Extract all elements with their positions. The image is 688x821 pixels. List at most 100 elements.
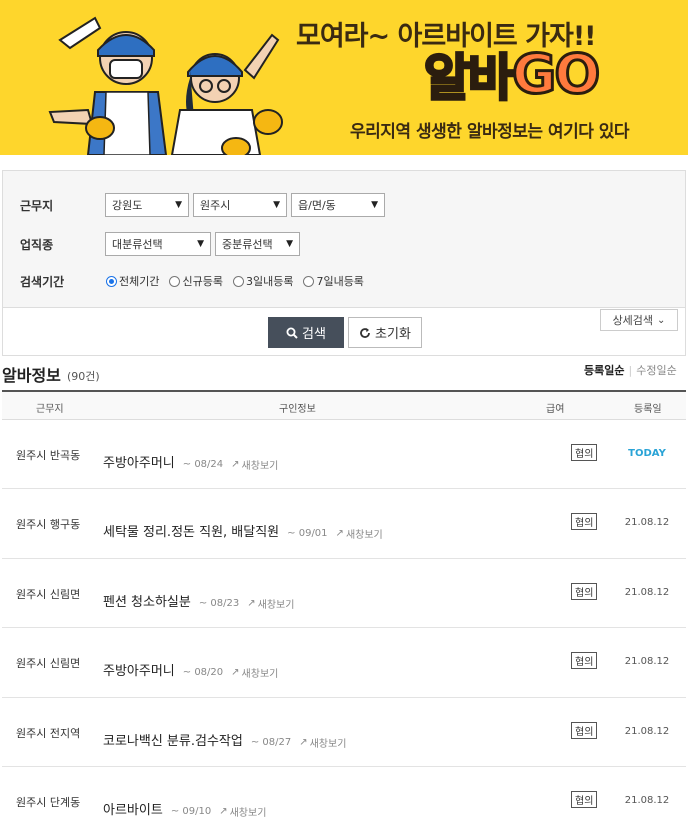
radio-icon xyxy=(232,275,244,287)
sort-by-modified[interactable]: 수정일순 xyxy=(636,364,676,377)
new-window-link[interactable]: ↗ 새창보기 xyxy=(231,665,278,680)
pay-badge: 협의 xyxy=(571,790,598,808)
banner-tagline: 우리지역 생생한 알바정보는 여기다 있다 xyxy=(350,122,630,142)
town-select[interactable]: 읍/면/동 ▼ xyxy=(291,193,385,217)
albago-logo: 알바GO xyxy=(423,38,602,110)
job-title-link[interactable]: 세탁물 정리.정돈 직원, 배달직원 xyxy=(103,521,279,540)
table-row[interactable]: 원주시 행구동 세탁물 정리.정돈 직원, 배달직원 ~ 09/01 ↗ 새창보기… xyxy=(2,489,686,559)
row-area: 원주시 단계동 xyxy=(16,795,81,809)
pay-badge: 협의 xyxy=(571,444,598,461)
job-title-link[interactable]: 주방아주머니 xyxy=(103,452,175,471)
row-date: 21.08.12 xyxy=(624,586,670,598)
job-title-link[interactable]: 주방아주머니 xyxy=(103,660,175,679)
row-deadline: ~ 08/27 xyxy=(250,736,292,748)
list-title: 알바정보 xyxy=(2,366,61,385)
new-window-label: 새창보기 xyxy=(257,599,295,611)
external-link-icon: ↗ xyxy=(231,459,240,470)
table-row[interactable]: 원주시 신림면 펜션 청소하실분 ~ 08/23 ↗ 새창보기 협의 21.08.… xyxy=(2,559,686,629)
row-info: 세탁물 정리.정돈 직원, 배달직원 ~ 09/01 ↗ 새창보기 xyxy=(103,521,383,541)
list-count: (90건) xyxy=(67,370,100,383)
table-row[interactable]: 원주시 단계동 아르바이트 ~ 09/10 ↗ 새창보기 협의 21.08.12 xyxy=(2,767,686,821)
new-window-link[interactable]: ↗ 새창보기 xyxy=(299,735,346,750)
row-info: 주방아주머니 ~ 08/20 ↗ 새창보기 xyxy=(103,660,278,680)
row-date: 21.08.12 xyxy=(624,656,670,668)
pay-badge: 협의 xyxy=(571,721,598,739)
province-value: 강원도 xyxy=(112,199,143,212)
chevron-down-icon: ▼ xyxy=(273,200,280,210)
period-option-label: 전체기간 xyxy=(119,275,160,288)
period-option-3days[interactable]: 3일내등록 xyxy=(232,273,293,289)
province-select[interactable]: 강원도 ▼ xyxy=(105,193,189,217)
new-window-link[interactable]: ↗ 새창보기 xyxy=(219,804,266,819)
row-deadline: ~ 09/01 xyxy=(287,528,328,540)
col-header-date: 등록일 xyxy=(634,404,662,415)
period-radio-group: 전체기간 신규등록 3일내등록 7일내등록 xyxy=(106,273,364,289)
period-option-label: 7일내등록 xyxy=(316,275,364,288)
work-area-label: 근무지 xyxy=(20,199,54,213)
search-button[interactable]: 검색 xyxy=(268,317,344,348)
external-link-icon: ↗ xyxy=(247,597,256,609)
row-date: 21.08.12 xyxy=(624,725,670,737)
job-list: 원주시 반곡동 주방아주머니 ~ 08/24 ↗ 새창보기 협의 TODAY 원주… xyxy=(2,420,686,821)
row-info: 아르바이트 ~ 09/10 ↗ 새창보기 xyxy=(103,799,266,819)
sort-options: 등록일순 | 수정일순 xyxy=(584,362,677,378)
reset-button-label: 초기화 xyxy=(375,326,411,341)
major-category-select[interactable]: 대분류선택 ▼ xyxy=(105,232,211,256)
new-window-label: 새창보기 xyxy=(229,807,267,819)
table-row[interactable]: 원주시 전지역 코로나백신 분류.검수작업 ~ 08/27 ↗ 새창보기 협의 2… xyxy=(2,698,686,767)
row-info: 주방아주머니 ~ 08/24 ↗ 새창보기 xyxy=(103,452,278,472)
new-window-label: 새창보기 xyxy=(241,461,279,472)
detail-search-button[interactable]: 상세검색 ⌄ xyxy=(600,309,678,331)
radio-icon xyxy=(303,275,315,287)
table-row[interactable]: 원주시 신림면 주방아주머니 ~ 08/20 ↗ 새창보기 협의 21.08.12 xyxy=(2,628,686,698)
external-link-icon: ↗ xyxy=(299,736,308,748)
job-title-link[interactable]: 아르바이트 xyxy=(103,799,163,818)
chevron-down-icon: ▼ xyxy=(175,200,182,210)
period-option-7days[interactable]: 7일내등록 xyxy=(303,273,364,289)
chevron-down-icon: ▼ xyxy=(286,239,293,249)
detail-search-label: 상세검색 xyxy=(612,314,654,327)
period-option-all[interactable]: 전체기간 xyxy=(106,273,159,289)
job-title-link[interactable]: 코로나백신 분류.검수작업 xyxy=(103,730,243,749)
search-icon xyxy=(286,327,298,339)
sort-divider: | xyxy=(628,364,633,377)
logo-text-en: GO xyxy=(510,41,601,107)
row-info: 코로나백신 분류.검수작업 ~ 08/27 ↗ 새창보기 xyxy=(103,730,346,750)
minor-category-value: 중분류선택 xyxy=(222,238,273,251)
pay-badge: 협의 xyxy=(571,513,598,531)
sort-by-registered[interactable]: 등록일순 xyxy=(584,364,624,377)
radio-checked-icon xyxy=(106,275,117,287)
refresh-icon xyxy=(360,327,370,338)
period-label: 검색기간 xyxy=(20,275,65,289)
pay-badge: 협의 xyxy=(571,582,598,600)
major-category-value: 대분류선택 xyxy=(112,238,163,251)
col-header-job: 구인정보 xyxy=(279,404,316,415)
table-header: 근무지 구인정보 급여 등록일 xyxy=(2,390,686,420)
period-option-new[interactable]: 신규등록 xyxy=(169,273,223,289)
minor-category-select[interactable]: 중분류선택 ▼ xyxy=(215,232,300,256)
row-deadline: ~ 08/24 xyxy=(182,459,224,470)
mascot-illustration xyxy=(48,16,283,155)
city-select[interactable]: 원주시 ▼ xyxy=(193,193,287,217)
row-deadline: ~ 08/23 xyxy=(198,597,240,609)
new-window-link[interactable]: ↗ 새창보기 xyxy=(336,526,383,541)
hero-banner: 모여라~ 아르바이트 가자!! 알바GO 우리지역 생생한 알바정보는 여기다 … xyxy=(0,0,688,155)
reset-button[interactable]: 초기화 xyxy=(348,317,422,348)
job-title-link[interactable]: 펜션 청소하실분 xyxy=(103,591,191,610)
row-area: 원주시 신림면 xyxy=(16,587,81,601)
row-info: 펜션 청소하실분 ~ 08/23 ↗ 새창보기 xyxy=(103,591,294,611)
external-link-icon: ↗ xyxy=(219,805,228,817)
new-window-label: 새창보기 xyxy=(309,738,347,750)
new-window-label: 새창보기 xyxy=(345,530,383,542)
new-window-link[interactable]: ↗ 새창보기 xyxy=(231,457,278,472)
chevron-down-icon: ▼ xyxy=(371,200,378,210)
new-window-label: 새창보기 xyxy=(241,669,279,681)
town-value: 읍/면/동 xyxy=(298,199,336,212)
row-date: 21.08.12 xyxy=(624,517,670,529)
chevron-down-icon: ⌄ xyxy=(657,314,666,326)
new-window-link[interactable]: ↗ 새창보기 xyxy=(247,596,294,611)
table-row[interactable]: 원주시 반곡동 주방아주머니 ~ 08/24 ↗ 새창보기 협의 TODAY xyxy=(2,420,686,490)
external-link-icon: ↗ xyxy=(231,667,240,679)
radio-icon xyxy=(169,275,181,287)
chevron-down-icon: ▼ xyxy=(197,239,204,249)
